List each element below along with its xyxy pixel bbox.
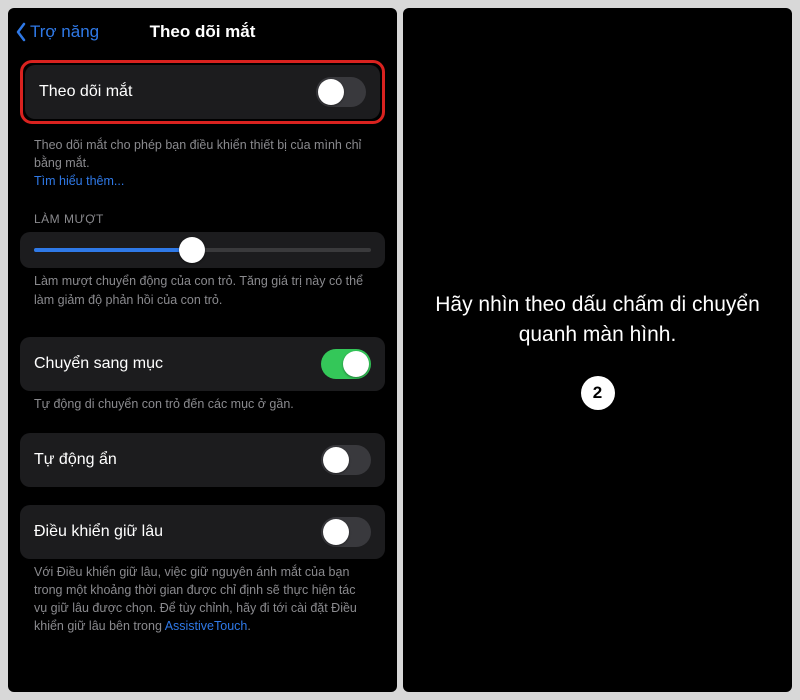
smoothing-desc: Làm mượt chuyển động của con trỏ. Tăng g… bbox=[20, 268, 385, 318]
assistivetouch-link[interactable]: AssistiveTouch bbox=[165, 619, 248, 633]
auto-hide-toggle[interactable] bbox=[321, 445, 371, 475]
calibration-step-badge: 2 bbox=[581, 376, 615, 410]
settings-screen: Trợ năng Theo dõi mắt Theo dõi mắt Theo … bbox=[8, 8, 397, 692]
snap-toggle[interactable] bbox=[321, 349, 371, 379]
auto-hide-label: Tự động ẩn bbox=[34, 451, 311, 469]
dwell-toggle[interactable] bbox=[321, 517, 371, 547]
eye-tracking-label: Theo dõi mắt bbox=[39, 83, 306, 101]
learn-more-link[interactable]: Tìm hiểu thêm... bbox=[34, 174, 124, 188]
smoothing-slider-row bbox=[20, 232, 385, 268]
dwell-row[interactable]: Điều khiển giữ lâu bbox=[20, 505, 385, 559]
snap-row[interactable]: Chuyển sang mục bbox=[20, 337, 385, 391]
calibration-prompt: Hãy nhìn theo dấu chấm di chuyển quanh m… bbox=[431, 290, 764, 351]
eye-tracking-desc: Theo dõi mắt cho phép bạn điều khiển thi… bbox=[20, 132, 385, 200]
eye-tracking-row[interactable]: Theo dõi mắt bbox=[25, 65, 380, 119]
dwell-desc: Với Điều khiển giữ lâu, việc giữ nguyên … bbox=[20, 559, 385, 646]
back-label: Trợ năng bbox=[30, 22, 99, 42]
calibration-screen: Hãy nhìn theo dấu chấm di chuyển quanh m… bbox=[403, 8, 792, 692]
auto-hide-row[interactable]: Tự động ẩn bbox=[20, 433, 385, 487]
dwell-label: Điều khiển giữ lâu bbox=[34, 523, 311, 541]
chevron-left-icon bbox=[14, 22, 28, 42]
eye-tracking-highlight: Theo dõi mắt bbox=[20, 60, 385, 124]
back-button[interactable]: Trợ năng bbox=[14, 22, 99, 42]
nav-bar: Trợ năng Theo dõi mắt bbox=[10, 18, 395, 60]
snap-desc: Tự động di chuyển con trỏ đến các mục ở … bbox=[20, 391, 385, 423]
snap-label: Chuyển sang mục bbox=[34, 355, 311, 373]
eye-tracking-toggle[interactable] bbox=[316, 77, 366, 107]
smoothing-slider[interactable] bbox=[34, 248, 371, 252]
smoothing-header: LÀM MƯỢT bbox=[20, 200, 385, 232]
